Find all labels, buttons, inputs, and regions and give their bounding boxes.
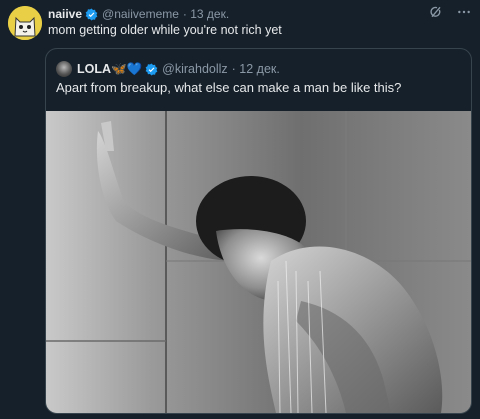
verified-icon (145, 63, 158, 75)
quoted-date[interactable]: · 12 дек. (232, 62, 280, 76)
shower-photo[interactable] (46, 111, 471, 413)
author-name[interactable]: naiive (48, 7, 82, 21)
avatar[interactable] (8, 6, 42, 40)
quoted-header: LOLA🦋💙 @kirahdollz · 12 дек. (56, 61, 280, 77)
man-in-shower-image (46, 111, 471, 413)
cat-avatar-icon (8, 6, 42, 40)
quoted-author-name[interactable]: LOLA🦋💙 (77, 62, 142, 77)
tweet-date[interactable]: · 13 дек. (183, 7, 229, 21)
more-icon[interactable] (456, 4, 472, 20)
quoted-avatar[interactable] (56, 61, 72, 77)
quoted-handle[interactable]: @kirahdollz (162, 62, 228, 76)
verified-icon (85, 8, 98, 20)
tweet-text: mom getting older while you're not rich … (48, 23, 282, 37)
tweet-header: naiive @naiivememe · 13 дек. (48, 6, 472, 22)
quoted-tweet[interactable]: LOLA🦋💙 @kirahdollz · 12 дек. Apart from … (45, 48, 472, 414)
author-handle[interactable]: @naiivememe (102, 7, 179, 21)
grok-icon[interactable] (428, 4, 444, 20)
quoted-text: Apart from breakup, what else can make a… (56, 80, 402, 95)
